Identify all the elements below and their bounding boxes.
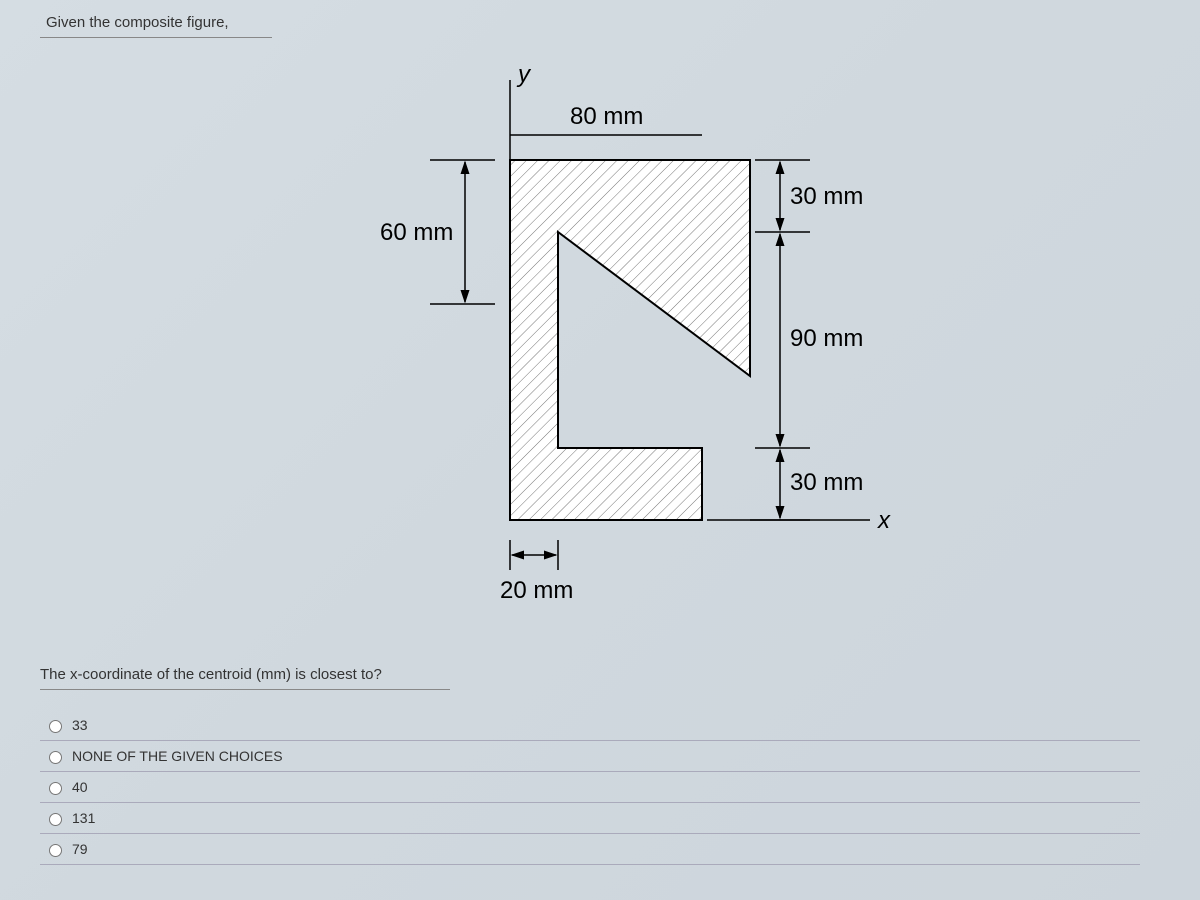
choice-label: NONE OF THE GIVEN CHOICES [72, 748, 283, 764]
y-axis-label: y [516, 61, 532, 88]
dim-right-bot: 30 mm [790, 469, 863, 496]
choice-label: 131 [72, 810, 95, 826]
choice-label: 79 [72, 841, 88, 857]
choice-label: 40 [72, 779, 88, 795]
composite-shape [510, 160, 750, 520]
choice-option[interactable]: 79 [40, 834, 1140, 865]
radio-input[interactable] [49, 782, 62, 795]
question-text: The x-coordinate of the centroid (mm) is… [40, 662, 450, 690]
answer-choices: 33 NONE OF THE GIVEN CHOICES 40 131 79 [40, 710, 1140, 865]
dim-top-width: 80 mm [570, 103, 643, 130]
radio-input[interactable] [49, 720, 62, 733]
dim-right-mid: 90 mm [790, 325, 863, 352]
figure: y x 80 mm 60 mm 20 mm 30 mm [0, 50, 1200, 630]
choice-option[interactable]: 131 [40, 803, 1140, 834]
dim-bottom-width: 20 mm [500, 577, 573, 604]
radio-input[interactable] [49, 844, 62, 857]
choice-option[interactable]: 40 [40, 772, 1140, 803]
choice-option[interactable]: NONE OF THE GIVEN CHOICES [40, 741, 1140, 772]
x-axis-label: x [877, 507, 891, 534]
radio-input[interactable] [49, 751, 62, 764]
question-prompt: Given the composite figure, [40, 10, 272, 38]
choice-option[interactable]: 33 [40, 710, 1140, 741]
dim-left-height: 60 mm [380, 219, 453, 246]
radio-input[interactable] [49, 813, 62, 826]
dim-right-top: 30 mm [790, 183, 863, 210]
choice-label: 33 [72, 717, 88, 733]
